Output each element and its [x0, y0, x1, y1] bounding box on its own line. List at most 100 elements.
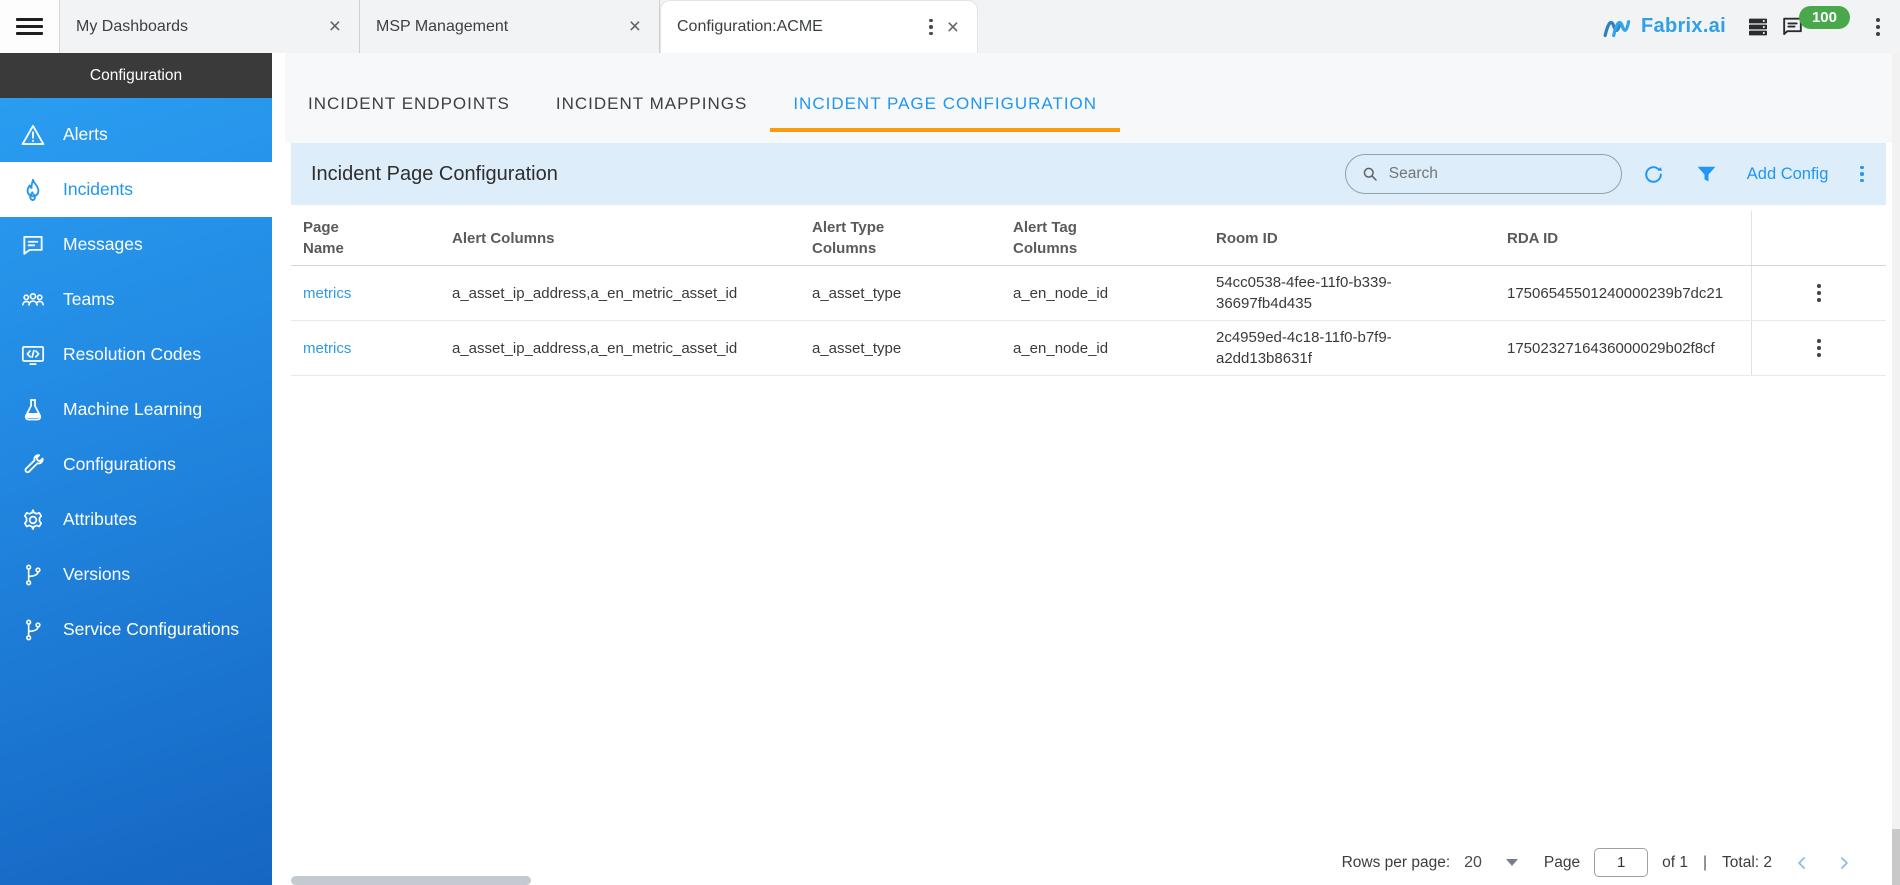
- column-header-alert-columns: Alert Columns: [440, 222, 800, 255]
- next-page-icon[interactable]: [1834, 853, 1854, 873]
- panel-kebab-icon[interactable]: [1856, 162, 1868, 187]
- sidebar-item-versions[interactable]: Versions: [0, 547, 272, 602]
- sidebar-item-label: Incidents: [63, 179, 133, 200]
- main-content: INCIDENT ENDPOINTS INCIDENT MAPPINGS INC…: [285, 53, 1900, 885]
- page-label: Page: [1544, 854, 1580, 872]
- alert-tag-columns-value: a_en_node_id: [1001, 277, 1204, 310]
- search-icon: [1360, 164, 1380, 184]
- top-bar: My Dashboards × MSP Management × Configu…: [0, 0, 1900, 53]
- branch-icon: [20, 617, 46, 643]
- sidebar: Configuration Alerts Incidents Messages: [0, 53, 272, 885]
- search-box[interactable]: [1345, 154, 1622, 194]
- flask-icon: [20, 397, 46, 423]
- add-config-button[interactable]: Add Config: [1747, 165, 1829, 184]
- notification-count-badge[interactable]: 100: [1799, 6, 1850, 29]
- workspace-tab-msp-management[interactable]: MSP Management ×: [360, 0, 660, 53]
- sidebar-item-service-configurations[interactable]: Service Configurations: [0, 602, 272, 657]
- menu-icon[interactable]: [0, 0, 60, 53]
- sidebar-item-attributes[interactable]: Attributes: [0, 492, 272, 547]
- column-header-room-id: Room ID: [1204, 222, 1495, 255]
- room-id-value: 54cc0538-4fee-11f0-b339-36697fb4d435: [1204, 266, 1495, 320]
- refresh-icon[interactable]: [1641, 162, 1666, 187]
- previous-page-icon[interactable]: [1792, 853, 1812, 873]
- tab-incident-page-configuration[interactable]: INCIDENT PAGE CONFIGURATION: [770, 94, 1120, 132]
- page-title: Incident Page Configuration: [311, 163, 558, 186]
- message-icon: [20, 232, 46, 258]
- sidebar-title: Configuration: [0, 53, 272, 98]
- topbar-kebab-icon[interactable]: [1872, 14, 1884, 40]
- page-name-link[interactable]: metrics: [303, 285, 351, 302]
- panel-header: Incident Page Configuration Add Config: [291, 143, 1886, 205]
- row-actions-kebab-icon[interactable]: [1813, 335, 1825, 360]
- rda-id-value: 1750232716436000029b02f8cf: [1495, 332, 1751, 365]
- tab-incident-mappings[interactable]: INCIDENT MAPPINGS: [533, 94, 770, 132]
- workspace-tab-my-dashboards[interactable]: My Dashboards ×: [60, 0, 360, 53]
- tab-label: My Dashboards: [76, 18, 319, 36]
- tab-label: Configuration:ACME: [677, 18, 917, 36]
- sidebar-item-label: Messages: [63, 234, 143, 255]
- brand-name: Fabrix.ai: [1641, 15, 1726, 38]
- sidebar-item-label: Resolution Codes: [63, 344, 201, 365]
- row-actions-kebab-icon[interactable]: [1813, 280, 1825, 305]
- column-header-rda-id: RDA ID: [1495, 222, 1751, 255]
- sidebar-item-messages[interactable]: Messages: [0, 217, 272, 272]
- branch-icon: [20, 562, 46, 588]
- page-of-label: of 1: [1662, 854, 1688, 872]
- sidebar-item-label: Service Configurations: [63, 619, 239, 640]
- incident-tabs: INCIDENT ENDPOINTS INCIDENT MAPPINGS INC…: [285, 53, 1900, 143]
- sidebar-item-incidents[interactable]: Incidents: [0, 162, 272, 217]
- alert-columns-value: a_asset_ip_address,a_en_metric_asset_id: [440, 332, 800, 365]
- server-stack-icon[interactable]: [1746, 15, 1770, 39]
- alert-type-columns-value: a_asset_type: [800, 277, 1001, 310]
- close-icon[interactable]: ×: [627, 16, 643, 37]
- fabrix-logo-icon: [1603, 15, 1635, 39]
- table-row: metrics a_asset_ip_address,a_en_metric_a…: [291, 266, 1886, 321]
- search-input[interactable]: [1389, 165, 1607, 183]
- rows-per-page-label: Rows per page:: [1342, 854, 1451, 872]
- column-header-actions: [1751, 211, 1886, 265]
- page-number-input[interactable]: [1594, 848, 1648, 877]
- horizontal-scrollbar-thumb[interactable]: [291, 876, 531, 885]
- pagination-divider: |: [1703, 854, 1707, 872]
- sidebar-item-label: Configurations: [63, 454, 176, 475]
- rows-per-page-value[interactable]: 20: [1464, 854, 1482, 872]
- rda-id-value: 17506545501240000239b7dc21: [1495, 277, 1751, 310]
- close-icon[interactable]: ×: [945, 17, 961, 38]
- tab-kebab-icon[interactable]: [925, 15, 937, 40]
- sidebar-item-label: Machine Learning: [63, 399, 202, 420]
- page-name-link[interactable]: metrics: [303, 340, 351, 357]
- wrench-icon: [20, 452, 46, 478]
- sidebar-item-alerts[interactable]: Alerts: [0, 107, 272, 162]
- column-header-page-name: Page Name: [291, 211, 440, 265]
- room-id-value: 2c4959ed-4c18-11f0-b7f9-a2dd13b8631f: [1204, 321, 1495, 375]
- close-icon[interactable]: ×: [327, 16, 343, 37]
- people-icon: [20, 287, 46, 313]
- sidebar-item-resolution-codes[interactable]: Resolution Codes: [0, 327, 272, 382]
- sidebar-item-label: Versions: [63, 564, 130, 585]
- topbar-right-cluster: Fabrix.ai 100: [1603, 0, 1900, 53]
- sidebar-item-teams[interactable]: Teams: [0, 272, 272, 327]
- sidebar-item-label: Alerts: [63, 124, 108, 145]
- filter-icon[interactable]: [1694, 162, 1719, 187]
- tab-incident-endpoints[interactable]: INCIDENT ENDPOINTS: [285, 94, 533, 132]
- pagination-bar: Rows per page: 20 Page of 1 | Total: 2: [1342, 848, 1854, 877]
- column-header-alert-type-columns: Alert Type Columns: [800, 211, 1001, 265]
- vertical-scrollbar-track[interactable]: [1892, 53, 1900, 885]
- tab-label: MSP Management: [376, 18, 619, 36]
- sidebar-item-configurations[interactable]: Configurations: [0, 437, 272, 492]
- rows-per-page-caret-icon[interactable]: [1506, 859, 1518, 866]
- alert-triangle-icon: [20, 122, 46, 148]
- sidebar-item-machine-learning[interactable]: Machine Learning: [0, 382, 272, 437]
- gear-icon: [20, 507, 46, 533]
- workspace-tab-configuration-acme[interactable]: Configuration:ACME ×: [660, 0, 978, 53]
- vertical-scrollbar-thumb[interactable]: [1892, 829, 1900, 885]
- sidebar-item-label: Attributes: [63, 509, 137, 530]
- sidebar-nav: Alerts Incidents Messages Teams: [0, 98, 272, 657]
- alert-columns-value: a_asset_ip_address,a_en_metric_asset_id: [440, 277, 800, 310]
- code-screen-icon: [20, 342, 46, 368]
- total-count-label: Total: 2: [1722, 854, 1772, 872]
- alert-tag-columns-value: a_en_node_id: [1001, 332, 1204, 365]
- config-table: Page Name Alert Columns Alert Type Colum…: [291, 211, 1886, 376]
- sidebar-item-label: Teams: [63, 289, 115, 310]
- alert-type-columns-value: a_asset_type: [800, 332, 1001, 365]
